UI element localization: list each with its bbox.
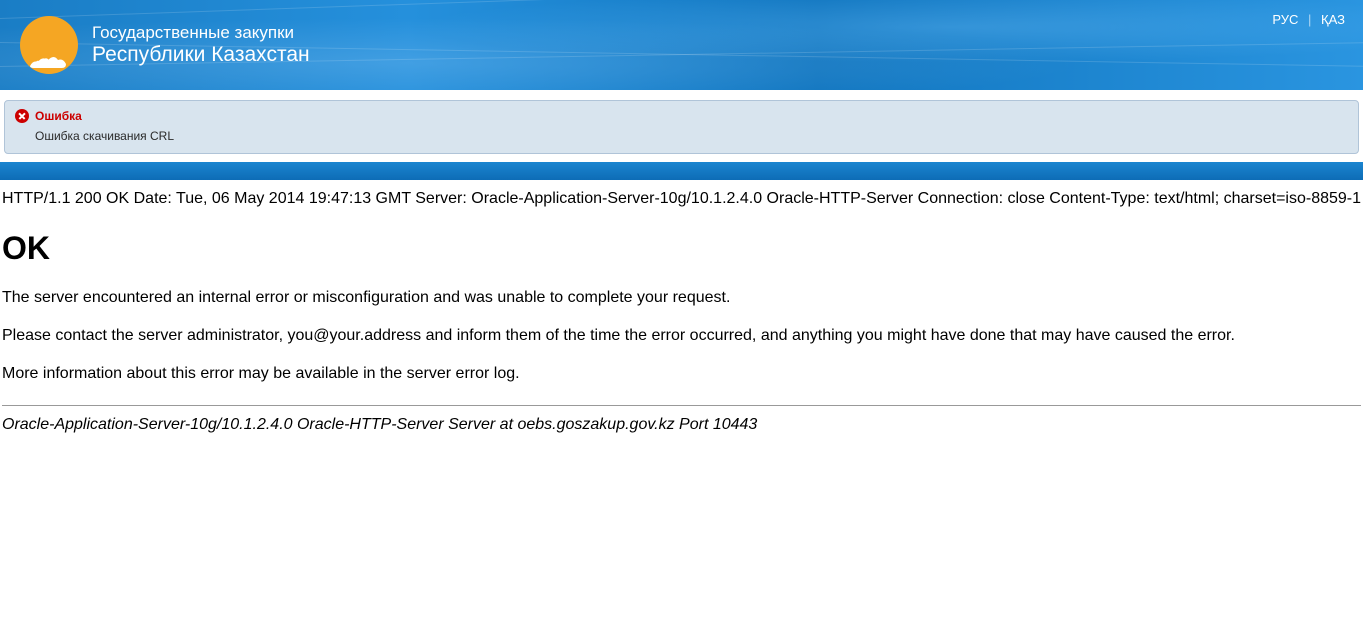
- error-panel: Ошибка Ошибка скачивания CRL: [4, 100, 1359, 154]
- site-header: Государственные закупки Республики Казах…: [0, 0, 1363, 90]
- error-icon: [15, 109, 29, 123]
- site-title: Государственные закупки Республики Казах…: [92, 24, 310, 66]
- error-para-2: Please contact the server administrator,…: [0, 307, 1363, 345]
- server-signature: Oracle-Application-Server-10g/10.1.2.4.0…: [0, 406, 1363, 434]
- http-response-line: HTTP/1.1 200 OK Date: Tue, 06 May 2014 1…: [0, 180, 1363, 208]
- site-title-line2: Республики Казахстан: [92, 43, 310, 66]
- site-title-line1: Государственные закупки: [92, 24, 310, 43]
- status-heading: OK: [0, 208, 1363, 267]
- error-para-1: The server encountered an internal error…: [0, 267, 1363, 307]
- error-title: Ошибка: [35, 109, 82, 123]
- lang-separator: |: [1308, 12, 1311, 27]
- divider-strip: [0, 162, 1363, 180]
- language-switcher: РУС | ҚАЗ: [1272, 12, 1345, 27]
- lang-kaz-link[interactable]: ҚАЗ: [1321, 12, 1345, 27]
- error-message: Ошибка скачивания CRL: [35, 129, 1348, 143]
- lang-rus-link[interactable]: РУС: [1272, 12, 1298, 27]
- site-logo-icon: [20, 16, 78, 74]
- error-para-3: More information about this error may be…: [0, 345, 1363, 383]
- logo-ornament-icon: [28, 52, 68, 70]
